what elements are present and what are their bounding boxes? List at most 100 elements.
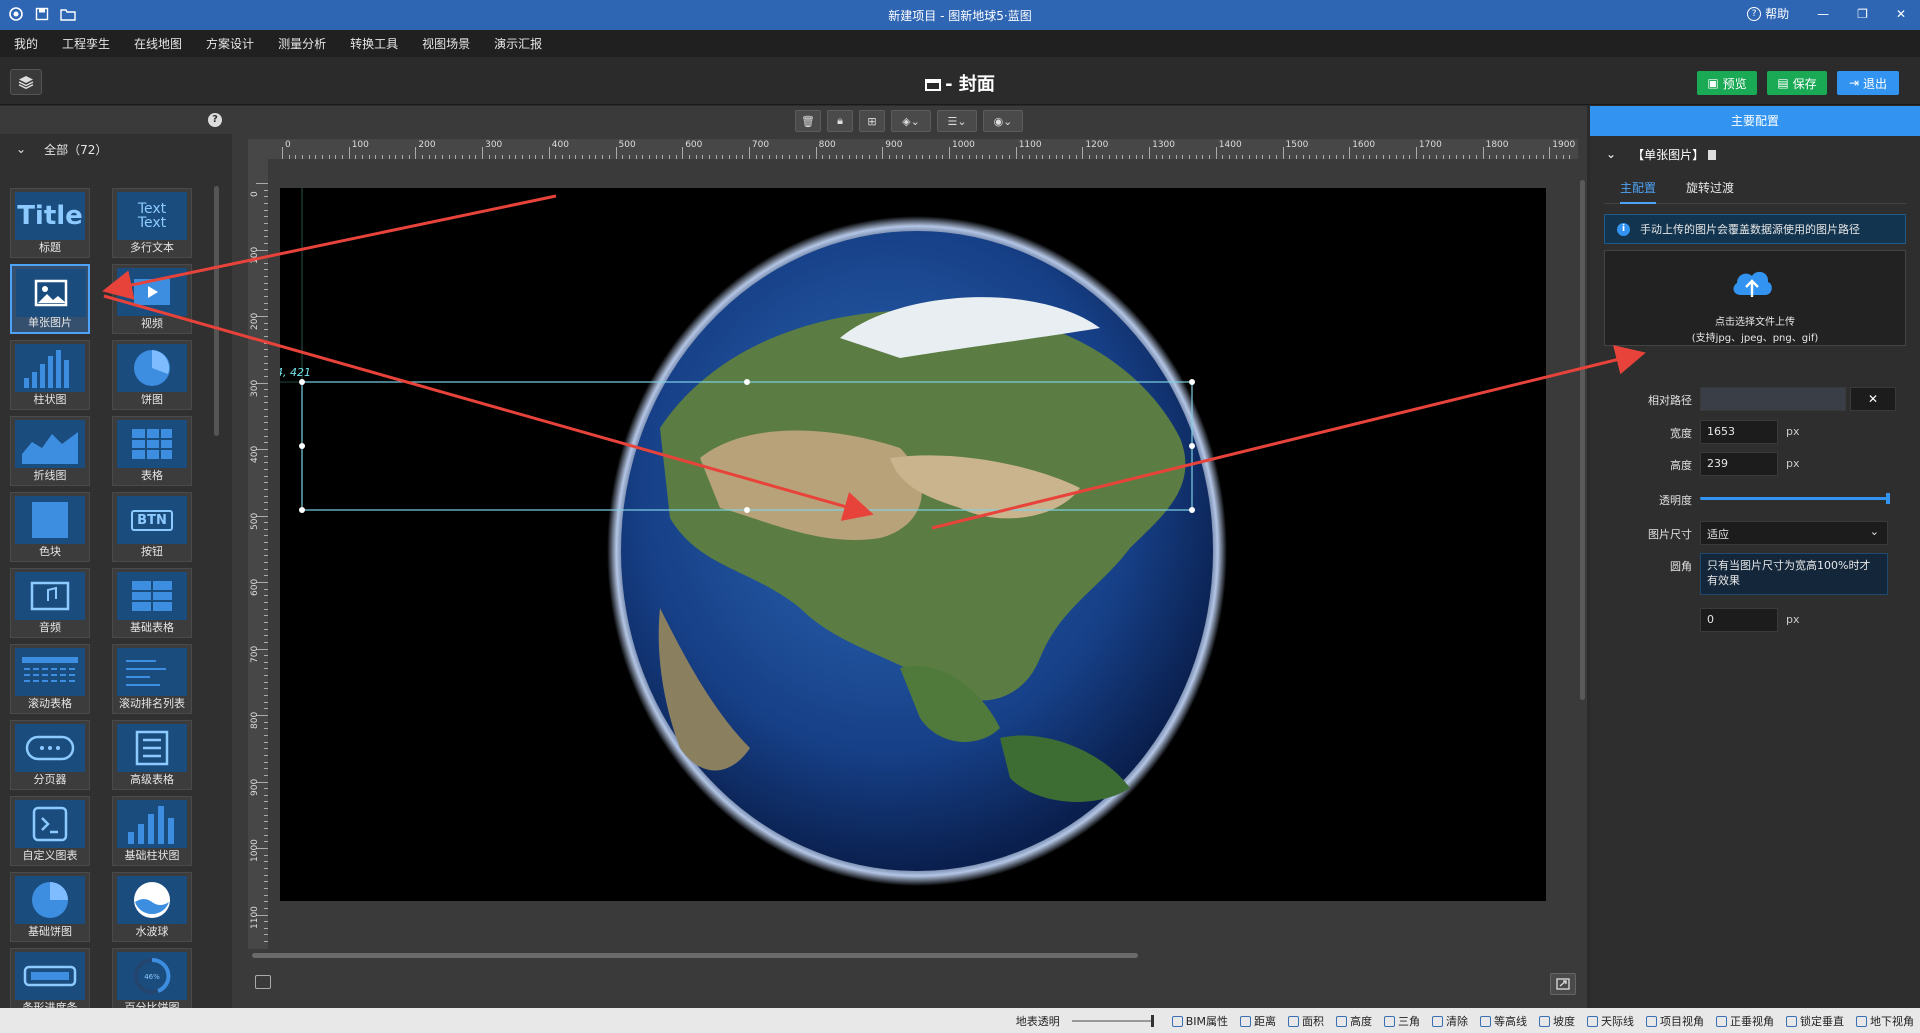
height-input[interactable]: 239 <box>1700 452 1778 476</box>
menu-item[interactable]: 在线地图 <box>134 35 182 52</box>
image-size-select[interactable]: 适应 ⌄ <box>1700 521 1888 545</box>
component-tile[interactable]: 基础柱状图 <box>112 796 192 866</box>
field-label: 宽度 <box>1670 427 1692 440</box>
menu-item[interactable]: 演示汇报 <box>494 35 542 52</box>
minimize-icon[interactable]: — <box>1817 7 1829 21</box>
menu-item[interactable]: 测量分析 <box>278 35 326 52</box>
ruler-tick <box>264 309 268 311</box>
status-tool-3[interactable]: 高度 <box>1336 1013 1372 1029</box>
ruler-tick <box>264 322 268 324</box>
left-scrollbar[interactable] <box>214 186 219 436</box>
tab-rotate-transition[interactable]: 旋转过渡 <box>1686 172 1734 204</box>
ruler-label: 1400 <box>1218 140 1242 150</box>
menu-item[interactable]: 视图场景 <box>422 35 470 52</box>
component-tile[interactable]: BTN 按钮 <box>112 492 192 562</box>
canvas-vertical-scrollbar[interactable] <box>1580 180 1585 700</box>
ruler-tick <box>1489 155 1491 159</box>
component-tile[interactable]: 水波球 <box>112 872 192 942</box>
opacity-slider[interactable] <box>1700 493 1890 504</box>
component-tile[interactable]: 基础饼图 <box>10 872 90 942</box>
ruler-tick <box>1555 155 1557 159</box>
width-input[interactable]: 1653 <box>1700 420 1778 444</box>
component-tile[interactable]: 分页器 <box>10 720 90 790</box>
ruler-tick <box>264 389 268 391</box>
status-tool-1[interactable]: 距离 <box>1240 1013 1276 1029</box>
visibility-dropdown[interactable]: ◉⌄ <box>983 110 1023 132</box>
component-tile[interactable]: Text Text 多行文本 <box>112 188 192 258</box>
component-tile[interactable]: 基础表格 <box>112 568 192 638</box>
component-tile[interactable]: 单张图片 <box>10 264 90 334</box>
component-label: 自定义图表 <box>22 849 78 862</box>
ruler-tick <box>622 155 624 159</box>
status-tool-0[interactable]: BIM属性 <box>1171 1013 1228 1029</box>
component-group-all[interactable]: ⌄ 全部（72） <box>0 134 232 164</box>
menu-item[interactable]: 我的 <box>14 35 38 52</box>
tab-main-config[interactable]: 主配置 <box>1620 172 1657 204</box>
upload-dropzone[interactable]: 点击选择文件上传 (支持jpg、jpeg、png、gif) <box>1604 250 1906 346</box>
component-tile[interactable]: Title 标题 <box>10 188 90 258</box>
restore-icon[interactable]: ❐ <box>1857 7 1868 21</box>
status-tool-4[interactable]: 三角 <box>1384 1013 1420 1029</box>
canvas-horizontal-scrollbar[interactable] <box>252 953 1138 958</box>
status-tool-12[interactable]: 地下视角 <box>1856 1013 1914 1029</box>
terrain-opacity-thumb[interactable] <box>1150 1015 1154 1027</box>
layer-order-dropdown[interactable]: ◈⌄ <box>891 110 931 132</box>
component-tile[interactable]: 柱状图 <box>10 340 90 410</box>
ruler-tick <box>795 155 797 159</box>
ruler-tick <box>1442 155 1444 159</box>
open-folder-icon[interactable] <box>60 6 76 22</box>
component-tile[interactable]: 音频 <box>10 568 90 638</box>
selection-overlay <box>280 188 1195 513</box>
help-icon[interactable]: ? <box>208 113 222 127</box>
opacity-slider-thumb[interactable] <box>1886 493 1890 504</box>
ruler-tick <box>488 155 490 159</box>
component-tile[interactable]: 视频 <box>112 264 192 334</box>
component-tile[interactable]: 高级表格 <box>112 720 192 790</box>
status-tool-2[interactable]: 面积 <box>1288 1013 1324 1029</box>
keyboard-icon[interactable] <box>255 975 271 989</box>
fullscreen-button[interactable] <box>1550 973 1576 995</box>
ruler-tick <box>675 155 677 159</box>
menu-item[interactable]: 转换工具 <box>350 35 398 52</box>
component-label: 标题 <box>39 241 61 254</box>
ruler-tick <box>264 901 268 903</box>
terrain-opacity-slider[interactable] <box>1071 1015 1154 1027</box>
lock-button[interactable]: 🔒︎ <box>827 110 853 132</box>
component-tile[interactable]: 色块 <box>10 492 90 562</box>
align-dropdown[interactable]: ☰⌄ <box>937 110 977 132</box>
status-tool-7[interactable]: 坡度 <box>1539 1013 1575 1029</box>
help-button[interactable]: ? 帮助 <box>1747 5 1789 22</box>
status-tool-8[interactable]: 天际线 <box>1587 1013 1634 1029</box>
delete-button[interactable]: 🗑︎ <box>795 110 821 132</box>
save-file-icon[interactable] <box>34 6 50 22</box>
component-tile[interactable]: 饼图 <box>112 340 192 410</box>
menu-item[interactable]: 方案设计 <box>206 35 254 52</box>
menu-item[interactable]: 工程孪生 <box>62 35 110 52</box>
status-tool-6[interactable]: 等高线 <box>1480 1013 1527 1029</box>
status-tool-9[interactable]: 项目视角 <box>1646 1013 1704 1029</box>
ruler-tick <box>264 774 268 776</box>
config-section-title[interactable]: ⌄ 【单张图片】 <box>1590 136 1920 172</box>
relative-path-input[interactable] <box>1700 387 1846 411</box>
field-label: 图片尺寸 <box>1648 528 1692 541</box>
preview-button[interactable]: ▣ 预览 <box>1697 71 1757 95</box>
ruler-tick <box>264 728 268 730</box>
ruler-tick <box>264 262 268 264</box>
title-text-icon: Title <box>15 192 85 240</box>
exit-button[interactable]: ⇥ 退出 <box>1837 71 1899 95</box>
component-tile[interactable]: 自定义图表 <box>10 796 90 866</box>
save-button[interactable]: ▤ 保存 <box>1767 71 1827 95</box>
fit-button[interactable]: ⊞ <box>859 110 885 132</box>
component-tile[interactable]: 表格 <box>112 416 192 486</box>
close-icon[interactable]: ✕ <box>1896 7 1906 21</box>
status-tool-5[interactable]: 清除 <box>1432 1013 1468 1029</box>
ruler-tick <box>264 355 268 357</box>
component-tile[interactable]: 滚动表格 <box>10 644 90 714</box>
status-tool-10[interactable]: 正垂视角 <box>1716 1013 1774 1029</box>
canvas-stage[interactable]: 134, 421 <box>280 188 1546 901</box>
component-tile[interactable]: 折线图 <box>10 416 90 486</box>
status-tool-11[interactable]: 锁定垂直 <box>1786 1013 1844 1029</box>
component-tile[interactable]: 滚动排名列表 <box>112 644 192 714</box>
clear-path-button[interactable]: ✕ <box>1850 387 1896 411</box>
radius-input[interactable]: 0 <box>1700 608 1778 632</box>
